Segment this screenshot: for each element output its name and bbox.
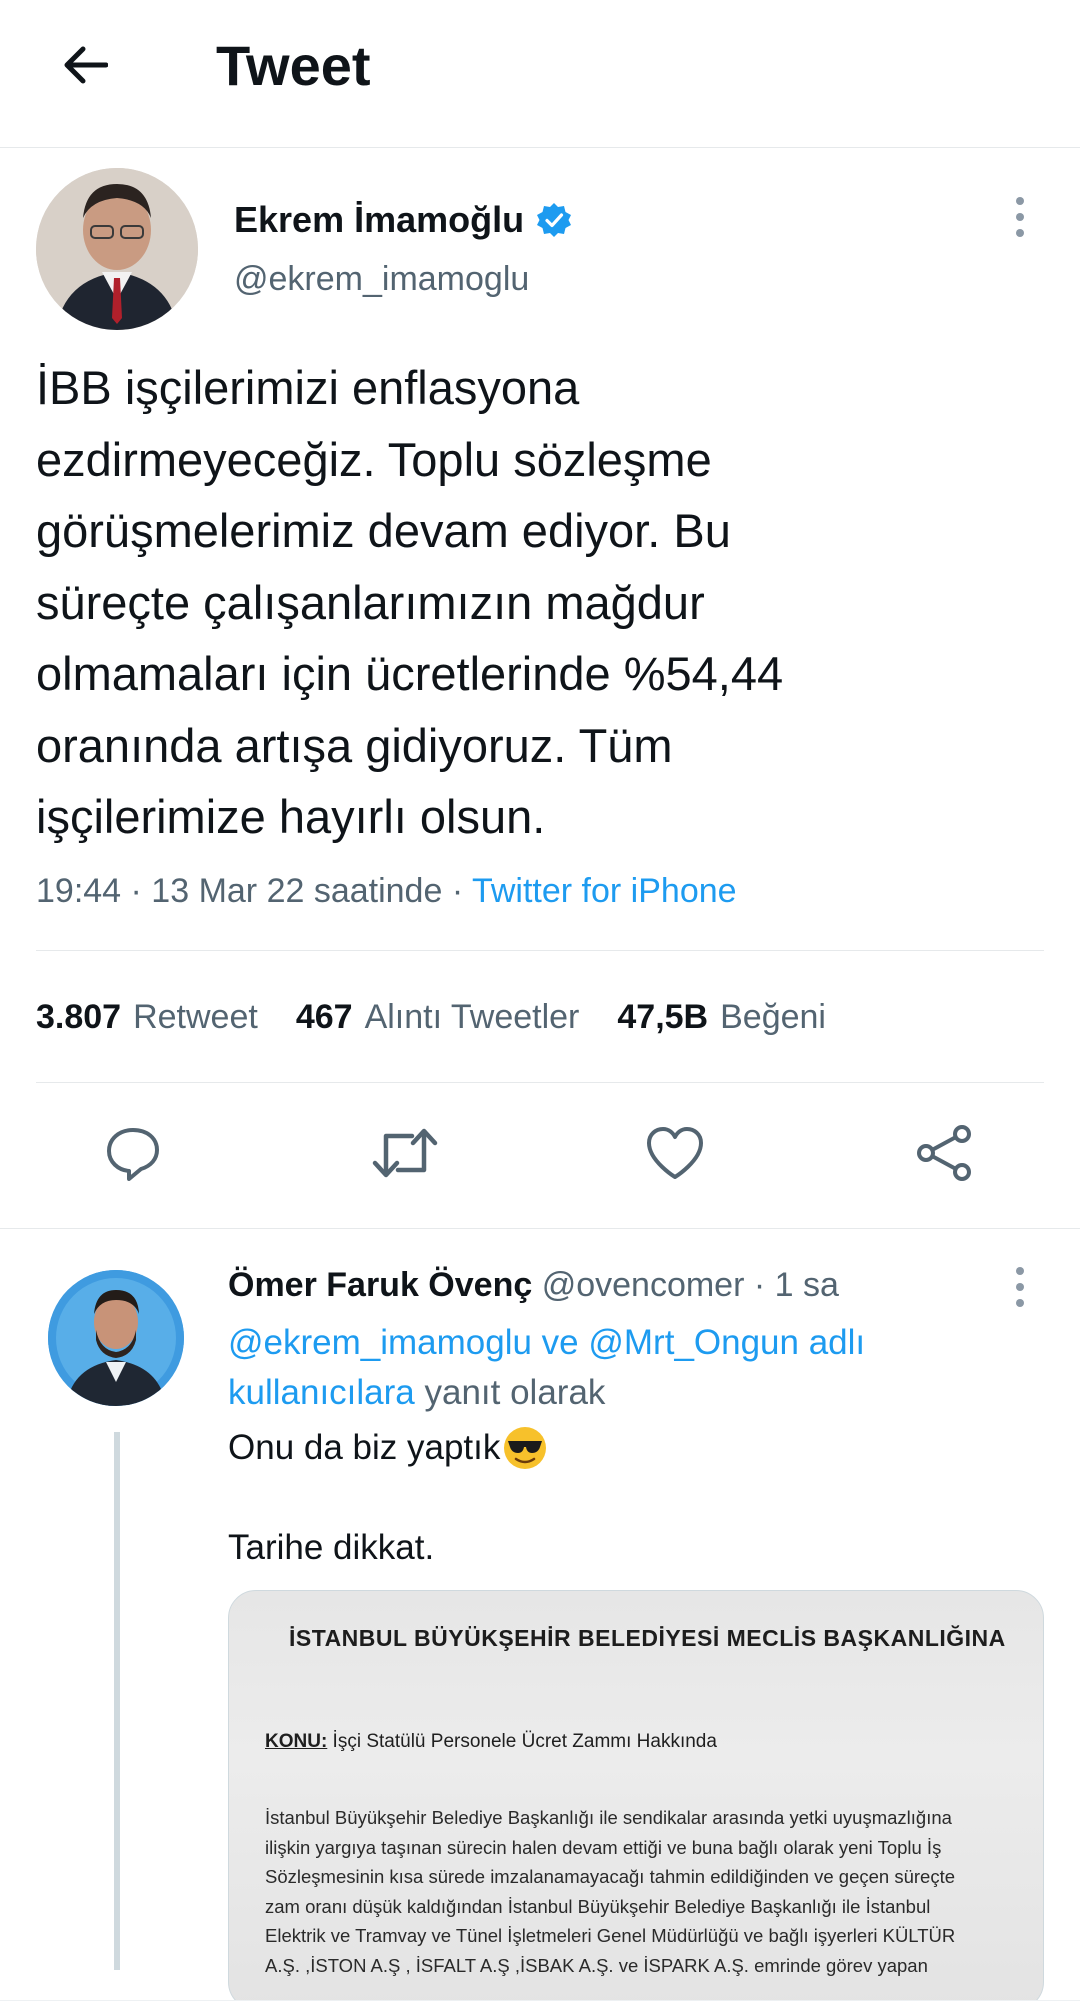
retweet-icon [372,1128,438,1178]
sunglasses-emoji-icon [504,1427,547,1469]
likes-count: 47,5B [617,998,709,1036]
author-handle[interactable]: @ekrem_imamoglu [234,258,529,300]
quotes-label: Alıntı Tweetler [364,998,580,1036]
divider [36,1082,1044,1083]
retweet-button[interactable] [370,1118,440,1188]
attached-document-image[interactable]: İSTANBUL BÜYÜKŞEHİR BELEDİYESİ MECLİS BA… [228,1590,1044,2010]
tweet-text: İBB işçilerimizi enflasyona ezdirmeyeceğ… [36,361,784,843]
arrow-left-icon [64,46,108,84]
top-bar: Tweet [0,0,1080,148]
divider [36,950,1044,951]
document-body: İstanbul Büyükşehir Belediye Başkanlığı … [265,1803,1025,1980]
share-button[interactable] [910,1118,980,1188]
reply-author-handle[interactable]: @ovencomer [542,1266,745,1304]
replying-to: @ekrem_imamoglu ve @Mrt_Ongun adlı kulla… [228,1318,1028,1418]
document-line: zam oranı düşük kaldığından İstanbul Büy… [265,1895,931,1917]
thread-connector-line [114,1432,120,1970]
author-name[interactable]: Ekrem İmamoğlu [234,198,572,242]
more-vertical-icon [1016,1267,1024,1307]
page-title: Tweet [216,34,371,97]
likes-stat[interactable]: 47,5B Beğeni [617,994,826,1040]
retweets-label: Retweet [133,998,258,1036]
likes-label: Beğeni [720,998,826,1036]
heart-icon [647,1127,703,1179]
reply-author-name[interactable]: Ömer Faruk Övenç [228,1266,532,1304]
reply-more-options-button[interactable] [1000,1262,1040,1312]
document-line: ilişkin yargıya taşınan sürecin halen de… [265,1836,942,1858]
bottom-edge [0,2000,1080,2010]
retweets-count: 3.807 [36,998,122,1036]
document-subject: KONU: İşçi Statülü Personele Ücret Zammı… [265,1731,717,1753]
document-line: İstanbul Büyükşehir Belediye Başkanlığı … [265,1807,952,1828]
reply-header: Ömer Faruk Övenç @ovencomer · 1 sa [228,1262,839,1308]
tweet-source-link[interactable]: Twitter for iPhone [472,872,737,910]
document-line: Sözleşmesinin kısa sürede imzalanamayaca… [265,1866,956,1887]
share-icon [917,1125,971,1181]
verified-badge-icon [537,203,572,237]
reply-button[interactable] [98,1118,168,1188]
tweet-stats: 3.807 Retweet 467 Alıntı Tweetler 47,5B … [36,994,864,1040]
document-line: A.Ş. ,İSTON A.Ş , İSFALT A.Ş ,İSBAK A.Ş.… [265,1954,928,1976]
author-avatar[interactable] [36,168,198,330]
reply-text-line: Tarihe dikkat. [228,1528,435,1567]
tweet-meta: 19:44 · 13 Mar 22 saatinde · Twitter for… [36,868,737,914]
reply-text-line: Onu da biz yaptık [228,1424,548,1472]
reply-icon [107,1128,159,1181]
back-button[interactable] [50,30,120,100]
retweets-stat[interactable]: 3.807 Retweet [36,994,258,1040]
more-vertical-icon [1016,197,1024,237]
reply-author-avatar[interactable] [48,1270,184,1406]
replying-to-suffix: yanıt olarak [414,1373,606,1412]
reply-timestamp: · 1 sa [753,1266,839,1304]
document-heading: İSTANBUL BÜYÜKŞEHİR BELEDİYESİ MECLİS BA… [289,1625,1006,1651]
more-options-button[interactable] [1000,192,1040,242]
reply-text-content: Onu da biz yaptık [228,1428,501,1467]
document-line: Elektrik ve Tramvay ve Tünel İşletmeleri… [265,1925,956,1946]
like-button[interactable] [640,1118,710,1188]
quotes-count: 467 [295,998,353,1036]
author-name-text: Ekrem İmamoğlu [234,199,525,240]
document-subject-label: KONU: [265,1731,328,1752]
tweet-timestamp: 19:44 · 13 Mar 22 saatinde · [36,872,472,910]
quotes-stat[interactable]: 467 Alıntı Tweetler [296,994,580,1040]
document-subject-text: İşçi Statülü Personele Ücret Zammı Hakkı… [327,1731,717,1752]
section-divider [0,1228,1080,1229]
